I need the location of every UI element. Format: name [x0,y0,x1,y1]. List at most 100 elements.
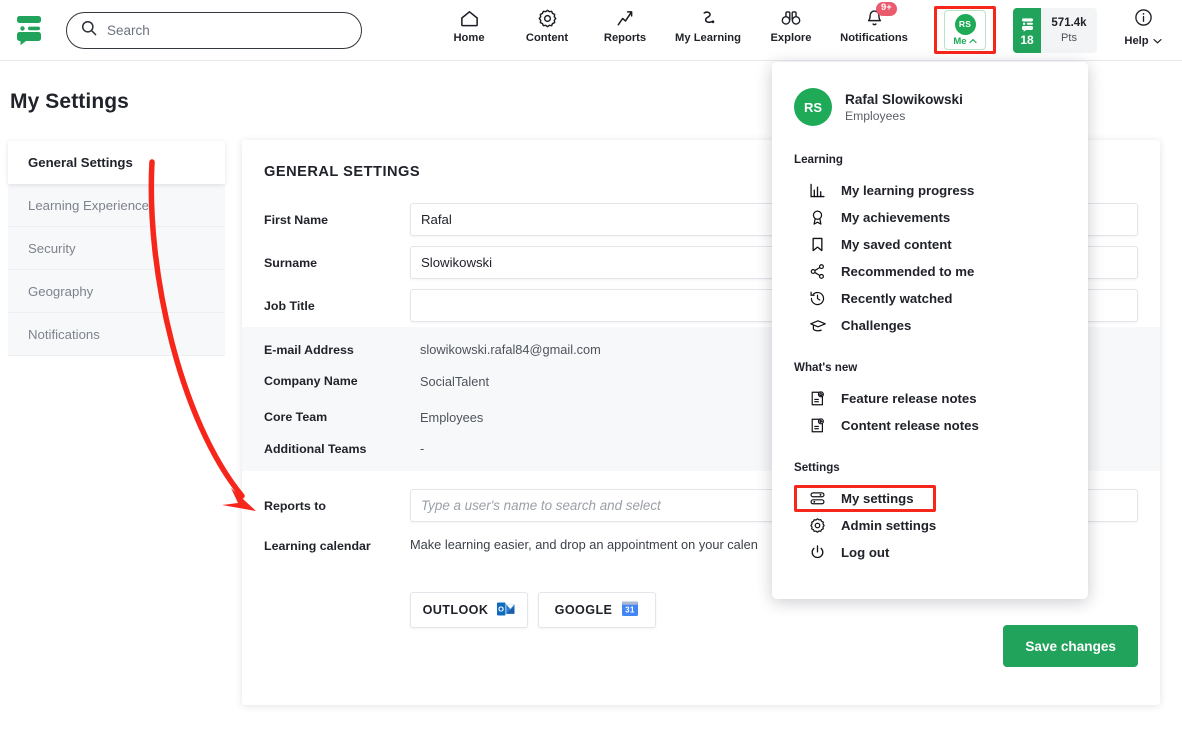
help-label: Help [1124,35,1149,47]
dropdown-item-my-saved-content[interactable]: My saved content [772,231,1088,258]
nav-label-my-learning: My Learning [675,32,741,44]
svg-text:O: O [499,604,505,613]
dropdown-label: My settings [841,491,914,506]
notifications-badge: 9+ [876,2,897,16]
dropdown-label: Admin settings [841,518,937,533]
app-root: Search Home Content Reports My Learning … [0,0,1182,733]
google-label: GOOGLE [554,603,613,617]
dropdown-label: Challenges [841,318,912,333]
dropdown-item-my-achievements[interactable]: My achievements [772,204,1088,231]
me-label: Me [953,35,977,47]
sidebar-item-geography[interactable]: Geography [8,270,225,313]
outlook-calendar-button[interactable]: OUTLOOK O [410,592,528,628]
dropdown-item-my-learning-progress[interactable]: My learning progress [772,177,1088,204]
dropdown-label: Log out [841,545,890,560]
dropdown-user-block[interactable]: RS Rafal Slowikowski Employees [772,62,1088,126]
document-play-icon [808,417,827,434]
trend-arrow-icon [615,7,636,29]
nav-item-content[interactable]: Content [508,7,586,44]
binoculars-icon [780,7,802,29]
svg-text:31: 31 [625,606,635,615]
google-calendar-icon: 31 [621,600,639,620]
points-widget[interactable]: 18 571.4k Pts [1013,8,1097,53]
search-icon [81,20,97,41]
dropdown-label: My saved content [841,237,952,252]
bar-chart-icon [808,182,827,199]
save-changes-button[interactable]: Save changes [1003,625,1138,667]
sidebar-item-security[interactable]: Security [8,227,225,270]
top-navigation-bar: Search Home Content Reports My Learning … [0,0,1182,61]
field-label-surname: Surname [264,255,318,270]
chevron-up-icon [968,36,977,47]
google-calendar-button[interactable]: GOOGLE 31 [538,592,656,628]
dropdown-item-challenges[interactable]: Challenges [772,312,1088,339]
sidebar-item-notifications[interactable]: Notifications [8,313,225,356]
main-nav: Home Content Reports My Learning Explore… [430,2,918,44]
graduation-cap-icon [808,317,827,334]
points-level: 18 [1020,32,1034,47]
dropdown-user-name: Rafal Slowikowski [845,91,963,107]
outlook-label: OUTLOOK [422,603,489,617]
dropdown-section-settings: Settings [794,461,840,474]
nav-label-home: Home [453,32,485,44]
points-value-block: 571.4k Pts [1041,8,1097,53]
socialtalent-mark-icon [1021,17,1033,32]
socialtalent-logo-icon[interactable] [14,14,44,46]
field-label-job-title: Job Title [264,298,315,313]
dropdown-item-my-settings[interactable]: My settings [772,485,1088,512]
share-nodes-icon [808,263,827,280]
dropdown-label: My achievements [841,210,951,225]
nav-label-explore: Explore [770,32,812,44]
nav-item-explore[interactable]: Explore [752,7,830,44]
document-star-icon [808,390,827,407]
bookmark-icon [808,236,827,253]
dropdown-item-recently-watched[interactable]: Recently watched [772,285,1088,312]
dropdown-item-log-out[interactable]: Log out [772,539,1088,566]
clock-rewind-icon [808,290,827,307]
chevron-down-icon [1153,35,1162,47]
nav-item-home[interactable]: Home [430,7,508,44]
sidebar-item-general-settings[interactable]: General Settings [8,141,225,184]
help-label-wrap: Help [1124,35,1162,47]
sliders-icon [808,490,827,507]
me-menu-button[interactable]: RS Me [944,10,986,50]
nav-item-my-learning[interactable]: My Learning [664,7,752,44]
card-title: GENERAL SETTINGS [264,164,421,180]
me-text: Me [953,35,967,47]
dropdown-label: Recently watched [841,291,953,306]
award-ribbon-icon [808,209,827,226]
avatar: RS [954,13,976,35]
info-circle-icon [1134,8,1153,32]
sidebar-label: Security [28,240,76,256]
dropdown-item-recommended-to-me[interactable]: Recommended to me [772,258,1088,285]
nav-item-reports[interactable]: Reports [586,7,664,44]
sidebar-label: Learning Experience [28,197,149,213]
dropdown-item-content-release-notes[interactable]: Content release notes [772,412,1088,439]
nav-label-notifications: Notifications [840,32,908,44]
field-label-learning-calendar: Learning calendar [264,539,371,553]
dropdown-label: Feature release notes [841,391,977,406]
field-label-core-team: Core Team [264,410,328,424]
field-label-first-name: First Name [264,212,329,227]
sidebar-item-learning-experience[interactable]: Learning Experience [8,184,225,227]
points-value: 571.4k [1051,17,1087,29]
search-input[interactable]: Search [66,12,362,49]
page-title: My Settings [10,90,129,113]
nav-label-reports: Reports [603,32,647,44]
power-icon [808,544,827,561]
sidebar-label: Notifications [28,326,100,342]
avatar: RS [794,88,832,126]
nav-item-notifications[interactable]: 9+ Notifications [830,2,918,44]
me-menu-highlight: RS Me [934,6,996,54]
home-icon [459,7,480,29]
help-menu[interactable]: Help [1117,8,1169,47]
sidebar-label: General Settings [28,155,133,170]
search-placeholder: Search [107,23,150,38]
dropdown-label: Recommended to me [841,264,975,279]
field-label-email: E-mail Address [264,342,354,357]
dropdown-item-admin-settings[interactable]: Admin settings [772,512,1088,539]
dropdown-item-feature-release-notes[interactable]: Feature release notes [772,385,1088,412]
dropdown-label: My learning progress [841,183,975,198]
points-unit: Pts [1061,32,1077,44]
dropdown-label: Content release notes [841,418,979,433]
